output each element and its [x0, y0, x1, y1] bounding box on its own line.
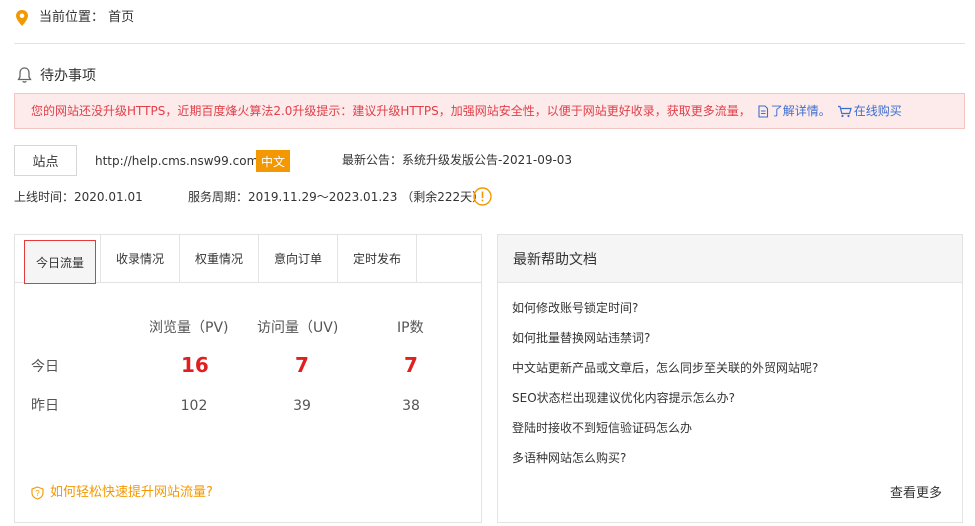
stats-tabs: 今日流量 收录情况 权重情况 意向订单 定时发布 — [15, 235, 481, 284]
help-item[interactable]: 多语种网站怎么购买? — [512, 450, 626, 466]
help-panel: 最新帮助文档 如何修改账号锁定时间? 如何批量替换网站违禁词? 中文站更新产品或… — [497, 234, 963, 523]
column-header-ip: IP数 — [397, 320, 424, 336]
help-panel-title: 最新帮助文档 — [498, 235, 962, 283]
divider — [14, 43, 965, 44]
tab-scheduled-publish[interactable]: 定时发布 — [338, 235, 417, 282]
view-more-link[interactable]: 查看更多 — [890, 485, 942, 503]
buy-online-label: 在线购买 — [853, 104, 902, 118]
today-ip: 7 — [404, 353, 418, 377]
online-time: 上线时间：2020.01.01 — [14, 190, 143, 204]
today-uv: 7 — [295, 353, 309, 377]
yesterday-uv: 39 — [293, 398, 311, 414]
language-badge: 中文 — [256, 150, 290, 172]
today-pv: 16 — [181, 353, 209, 377]
traffic-tip-link[interactable]: ? 如何轻松快速提升网站流量? — [31, 484, 213, 502]
breadcrumb: 当前位置： 首页 — [39, 10, 135, 25]
site-url[interactable]: http://help.cms.nsw99.com — [95, 153, 258, 169]
traffic-panel: 今日流量 收录情况 权重情况 意向订单 定时发布 浏览量（PV) 访问量（UV)… — [14, 234, 482, 523]
tab-orders[interactable]: 意向订单 — [259, 235, 338, 282]
latest-announcement[interactable]: 最新公告：系统升级发版公告-2021-09-03 — [342, 152, 572, 168]
buy-online-link[interactable]: 在线购买 — [837, 102, 902, 120]
column-header-uv: 访问量（UV) — [257, 320, 339, 336]
location-pin-icon — [16, 10, 28, 26]
tab-indexing[interactable]: 收录情况 — [101, 235, 180, 282]
row-label-yesterday: 昨日 — [31, 398, 59, 414]
bell-icon — [17, 67, 32, 83]
details-link[interactable]: 了解详情。 — [757, 102, 831, 120]
tab-today-traffic[interactable]: 今日流量 — [24, 240, 96, 284]
row-label-today: 今日 — [31, 359, 59, 375]
tab-wrap: 今日流量 — [15, 235, 101, 284]
shield-question-icon: ? — [31, 486, 44, 500]
help-item[interactable]: 如何批量替换网站违禁词? — [512, 330, 650, 346]
svg-text:?: ? — [35, 489, 40, 498]
https-notice: 您的网站还没升级HTTPS，近期百度烽火算法2.0升级提示：建议升级HTTPS，… — [14, 93, 965, 129]
details-link-label: 了解详情。 — [770, 104, 831, 118]
yesterday-pv: 102 — [180, 398, 208, 414]
service-period: 服务周期：2019.11.29～2023.01.23 （剩余222天） — [188, 190, 485, 204]
help-item[interactable]: SEO状态栏出现建议优化内容提示怎么办? — [512, 390, 735, 406]
document-icon — [758, 104, 768, 118]
site-button[interactable]: 站点 — [14, 145, 77, 176]
traffic-tip-label: 如何轻松快速提升网站流量? — [50, 485, 213, 500]
help-item[interactable]: 中文站更新产品或文章后，怎么同步至关联的外贸网站呢? — [512, 360, 818, 376]
help-item[interactable]: 登陆时接收不到短信验证码怎么办 — [512, 420, 692, 436]
column-header-pv: 浏览量（PV) — [149, 320, 229, 336]
notice-text: 您的网站还没升级HTTPS，近期百度烽火算法2.0升级提示：建议升级HTTPS，… — [31, 104, 751, 118]
cart-icon — [837, 105, 852, 117]
tab-weight[interactable]: 权重情况 — [180, 235, 259, 282]
yesterday-ip: 38 — [402, 398, 420, 414]
warning-icon[interactable] — [473, 187, 492, 206]
todo-title: 待办事项 — [40, 68, 96, 84]
help-item[interactable]: 如何修改账号锁定时间? — [512, 300, 638, 316]
